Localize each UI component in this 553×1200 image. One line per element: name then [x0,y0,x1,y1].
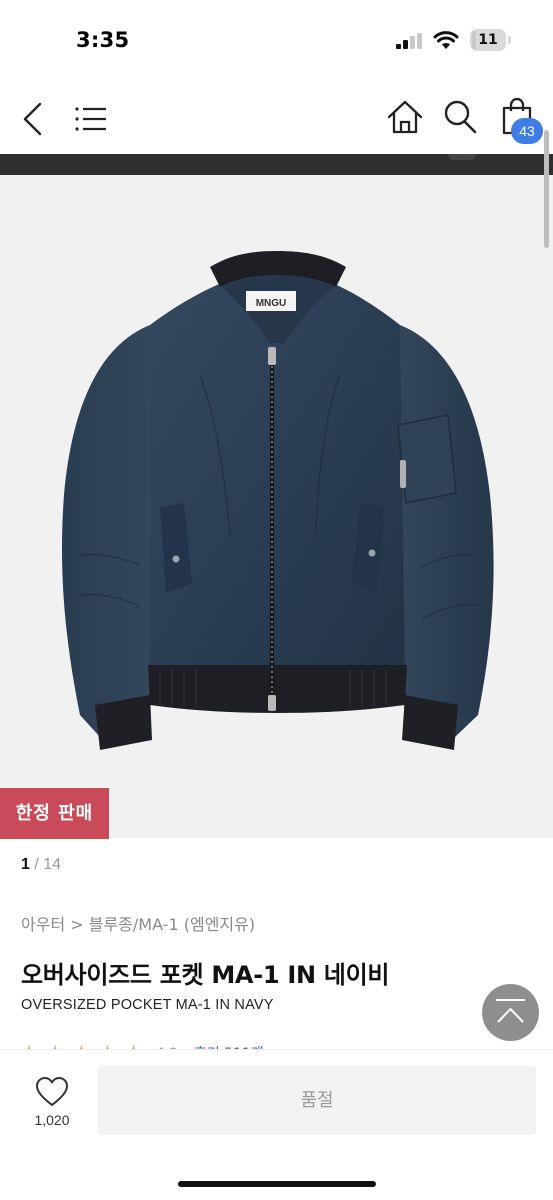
status-bar: 3:35 11 [0,0,553,84]
battery-cap [508,36,511,44]
scroll-top-icon [496,999,525,1023]
image-top-strip-knob [448,154,476,160]
cellular-signal-icon [396,33,422,49]
back-icon[interactable] [20,102,46,136]
jacket-illustration: MNGU [61,251,494,750]
product-subtitle: OVERSIZED POCKET MA-1 IN NAVY [21,997,274,1013]
breadcrumb[interactable]: 아우터 > 블루종/MA-1 (엠엔지유) [21,911,255,935]
pager-total: / 14 [34,856,62,873]
menu-icon[interactable] [74,106,108,132]
like-count: 1,020 [34,1112,70,1128]
battery-indicator: 11 [470,29,506,51]
page-scrollbar[interactable] [544,130,549,248]
image-pager: 1 / 14 [21,856,61,874]
brand-label-text: MNGU [256,298,287,309]
pager-current: 1 [21,856,30,873]
home-indicator [178,1181,376,1187]
cart-count-badge[interactable]: 43 [511,118,543,144]
wifi-icon [433,31,459,49]
product-image[interactable]: MNGU [0,175,553,838]
battery-percent: 11 [478,32,498,48]
search-icon[interactable] [442,98,478,136]
heart-icon[interactable] [35,1076,69,1108]
home-icon[interactable] [386,98,424,136]
limited-sale-badge: 한정 판매 [0,788,109,839]
scroll-to-top-button[interactable] [482,984,539,1041]
top-nav-bar [0,84,553,154]
product-title: 오버사이즈드 포켓 MA-1 IN 네이비 [21,961,390,989]
status-time: 3:35 [76,28,130,52]
sold-out-button[interactable]: 품절 [98,1066,536,1135]
